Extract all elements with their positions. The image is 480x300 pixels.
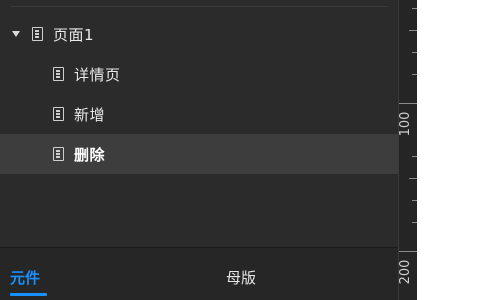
pages-panel: 页面1 详情页 新增 删除 元件 母版 [0,0,398,300]
document-icon [53,67,64,81]
tree-item-label: 页面1 [53,25,95,44]
ruler-tick [409,178,417,179]
document-icon [53,147,64,161]
document-icon [32,27,43,41]
vertical-ruler[interactable]: 100 200 [398,0,417,300]
tree-item-delete[interactable]: 删除 [0,134,398,174]
ruler-tick [399,103,417,104]
tree-item-label: 新增 [74,105,106,124]
document-icon [53,107,64,121]
ruler-label-100: 100 [398,111,413,137]
divider [10,6,388,7]
caret-down-icon[interactable] [12,31,20,37]
ruler-tick [409,30,417,31]
tree-item-detail-page[interactable]: 详情页 [0,54,398,94]
tree-item-add[interactable]: 新增 [0,94,398,134]
tree-item-label: 详情页 [74,65,121,84]
tab-masters[interactable]: 母版 [226,248,256,300]
design-canvas[interactable] [417,0,480,300]
panel-tabs: 元件 母版 [0,247,398,300]
tree-item-page1[interactable]: 页面1 [0,14,398,54]
ruler-tick [399,251,417,252]
tree-item-label: 删除 [74,145,106,164]
active-tab-indicator [10,293,47,296]
page-tree: 页面1 详情页 新增 删除 [0,14,398,174]
app-window: 页面1 详情页 新增 删除 元件 母版 100 200 [0,0,480,300]
ruler-label-200: 200 [398,259,413,285]
